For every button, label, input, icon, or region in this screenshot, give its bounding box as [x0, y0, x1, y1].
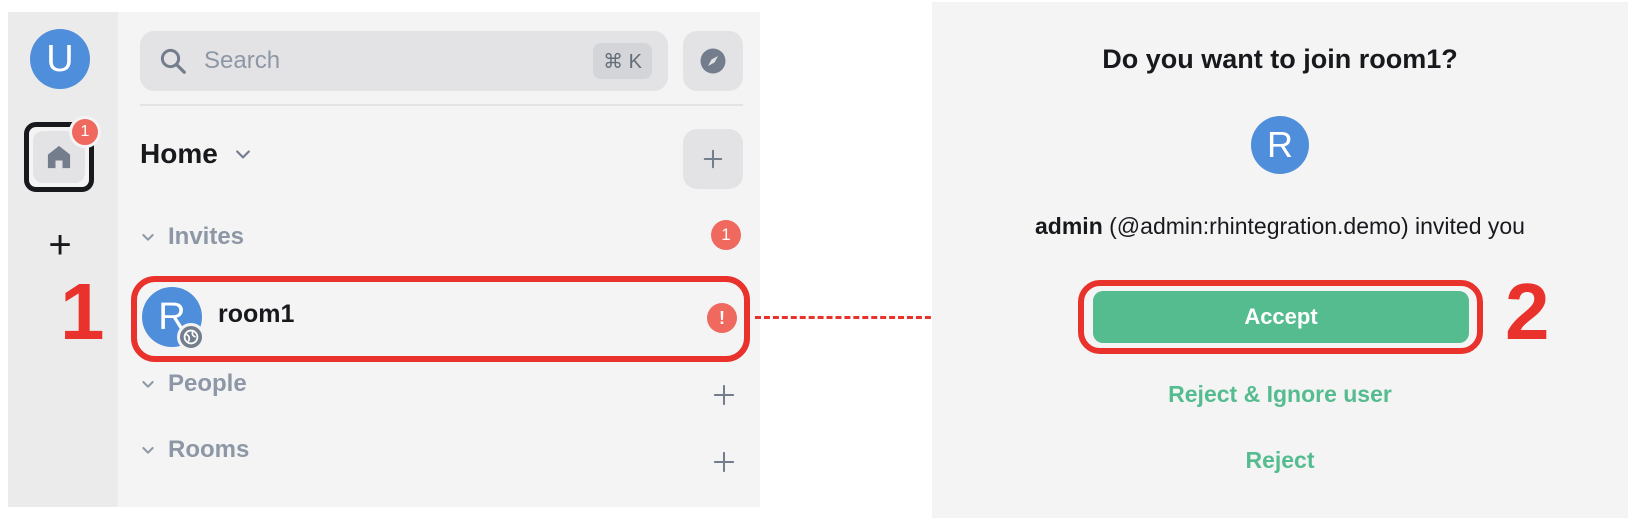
- chevron-down-icon[interactable]: [233, 144, 253, 164]
- explore-rooms-button[interactable]: [683, 31, 743, 91]
- home-notification-badge: 1: [69, 116, 101, 148]
- plus-icon[interactable]: [713, 384, 735, 406]
- search-shortcut-hint: ⌘ K: [593, 43, 652, 79]
- invite-dialog-title: Do you want to join room1?: [1102, 44, 1458, 74]
- globe-icon: [177, 323, 205, 351]
- inviter-text: admin (@admin:rhintegration.demo) invite…: [932, 213, 1628, 240]
- invite-dialog-panel: [932, 2, 1628, 518]
- add-room-button[interactable]: [683, 129, 743, 189]
- step-1-annotation: 1: [60, 267, 105, 356]
- chevron-down-icon: [142, 234, 154, 241]
- people-section-header[interactable]: People: [140, 370, 247, 398]
- chevron-down-icon: [142, 447, 154, 454]
- rooms-section-header[interactable]: Rooms: [140, 436, 249, 464]
- chevron-down-icon: [142, 381, 154, 388]
- plus-icon: [703, 149, 723, 169]
- reject-ignore-user-button[interactable]: Reject & Ignore user: [932, 381, 1628, 408]
- accept-button[interactable]: Accept: [1093, 291, 1469, 343]
- invite-alert-badge: !: [707, 303, 737, 333]
- create-space-button[interactable]: +: [43, 225, 77, 265]
- invites-section-label: Invites: [168, 223, 245, 250]
- user-avatar[interactable]: U: [30, 29, 90, 89]
- room-list-title[interactable]: Home: [140, 138, 218, 170]
- inviter-detail: (@admin:rhintegration.demo) invited you: [1102, 213, 1525, 239]
- room-list-divider: [140, 104, 743, 106]
- invite-room-avatar: R: [1251, 116, 1309, 174]
- search-icon: [160, 48, 186, 74]
- step-2-annotation: 2: [1505, 267, 1550, 356]
- explore-compass-icon: [700, 48, 726, 74]
- people-section-label: People: [168, 370, 247, 397]
- search-placeholder: Search: [204, 47, 281, 74]
- search-button[interactable]: Search ⌘ K: [140, 31, 668, 91]
- room-name[interactable]: room1: [218, 300, 294, 329]
- invites-section-header[interactable]: Invites: [140, 223, 244, 251]
- rooms-section-label: Rooms: [168, 436, 250, 463]
- plus-icon[interactable]: [713, 451, 735, 473]
- inviter-name: admin: [1035, 213, 1103, 239]
- home-icon: [47, 145, 71, 169]
- reject-button[interactable]: Reject: [932, 447, 1628, 474]
- invites-count-badge: 1: [711, 220, 741, 250]
